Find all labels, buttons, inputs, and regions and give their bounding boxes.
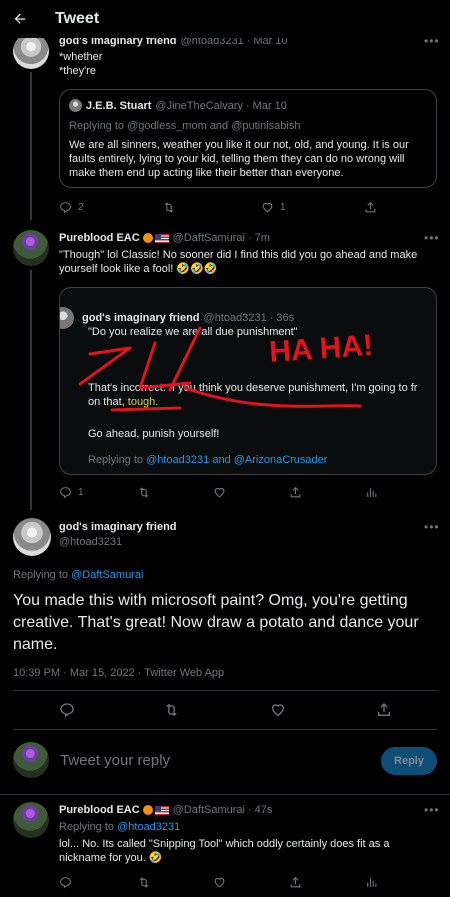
avatar[interactable] [13, 230, 49, 266]
share-icon [378, 703, 390, 716]
author-handle[interactable]: @htoad3231 [59, 536, 177, 548]
tweet-header: Pureblood EAC @DaftSamurai · 47s [59, 804, 273, 816]
page-title: Tweet [55, 10, 100, 27]
us-flag-icon [154, 233, 169, 243]
tweet-line: *they're [59, 65, 96, 77]
timestamp: Mar 10 [252, 99, 287, 112]
arrow-left-icon [14, 13, 26, 24]
focus-tweet-text: You made this with microsoft paint? Omg,… [13, 592, 419, 653]
author-name[interactable]: Pureblood EAC [59, 804, 140, 816]
author-name[interactable]: god's imaginary friend [59, 521, 177, 533]
back-button[interactable] [0, 0, 40, 38]
tweet-metadata: 10:39 PM · Mar 15, 2022 · Twitter Web Ap… [13, 667, 225, 679]
tweet-text: lol... No. Its called "Snipping Tool" wh… [59, 838, 390, 864]
top-bar: Tweet [0, 0, 450, 38]
share-button[interactable] [376, 702, 392, 718]
tweet-text: *whether *they're [59, 50, 102, 78]
avatar[interactable] [13, 802, 49, 838]
retweet-icon [139, 487, 149, 498]
retweet-button[interactable] [162, 201, 176, 214]
more-icon[interactable]: ••• [424, 803, 440, 817]
share-icon [290, 876, 301, 888]
focus-author: god's imaginary friend @htoad3231 [59, 521, 177, 548]
more-icon[interactable]: ••• [424, 520, 440, 534]
reply-submit-button[interactable]: Reply [381, 747, 437, 775]
share-icon [365, 201, 376, 213]
author-handle: @JineTheCalvary [155, 99, 243, 112]
reply-icon [60, 202, 71, 214]
heart-icon [271, 704, 285, 717]
share-button[interactable] [364, 201, 377, 214]
retweet-icon [166, 703, 177, 717]
replying-to: Replying to @DaftSamurai [13, 569, 144, 581]
retweet-button[interactable] [163, 702, 180, 718]
avatar[interactable] [13, 33, 49, 69]
analytics-icon [367, 488, 377, 497]
divider [13, 729, 437, 730]
divider [13, 690, 437, 691]
quote-header: J.E.B. Stuart @JineTheCalvary · Mar 10 [69, 99, 287, 112]
retweet-icon [139, 877, 149, 888]
orange-heart-icon [142, 233, 153, 243]
heart-icon [214, 877, 225, 888]
reply-icon [60, 487, 71, 499]
avatar [13, 742, 49, 778]
more-icon[interactable]: ••• [424, 231, 440, 245]
tweet-text: "Though" lol Classic! No sooner did I fi… [59, 249, 418, 275]
replying-to: Replying to @godless_mom and @putinisabi… [69, 120, 301, 132]
like-count: 1 [280, 202, 286, 213]
mention-link[interactable]: @DaftSamurai [71, 569, 143, 581]
like-button[interactable] [213, 876, 226, 889]
share-icon [290, 486, 301, 498]
analytics-icon [367, 878, 377, 887]
avatar[interactable] [13, 518, 51, 556]
like-button[interactable] [270, 702, 286, 718]
scribble-text: HA HA! [268, 329, 374, 369]
avatar [69, 99, 82, 112]
scribble-drawing: HA HA! [78, 326, 374, 412]
tweet-image[interactable]: god's imaginary friend @htoad3231 · 36s … [59, 287, 437, 475]
tweet-line: *whether [59, 51, 103, 63]
retweet-icon [164, 202, 174, 213]
author-handle[interactable]: @DaftSamurai [173, 804, 245, 816]
author-handle[interactable]: @DaftSamurai [173, 232, 245, 244]
share-button[interactable] [289, 486, 302, 499]
reply-button[interactable] [59, 702, 75, 718]
like-button[interactable] [213, 486, 226, 499]
quoted-tweet[interactable]: J.E.B. Stuart @JineTheCalvary · Mar 10 R… [59, 89, 437, 188]
reply-icon [60, 877, 71, 889]
tweet-header: Pureblood EAC @DaftSamurai · 7m [59, 232, 270, 244]
thread-line [30, 270, 32, 510]
share-button[interactable] [289, 876, 302, 889]
reply-count: 1 [78, 487, 84, 498]
author-name: J.E.B. Stuart [86, 99, 152, 112]
like-button[interactable]: 1 [261, 201, 286, 214]
author-name[interactable]: Pureblood EAC [59, 232, 140, 244]
retweet-button[interactable] [137, 486, 151, 499]
us-flag-icon [154, 805, 169, 815]
analytics-button[interactable] [365, 876, 378, 889]
reply-icon [60, 703, 74, 718]
replying-to: Replying to @htoad3231 [59, 821, 181, 833]
quote-text: We are all sinners, weather you like it … [69, 139, 409, 179]
reply-button[interactable] [59, 876, 72, 889]
heart-icon [262, 202, 273, 213]
mention-link[interactable]: @htoad3231 [117, 821, 180, 833]
thread-line [30, 72, 32, 220]
analytics-button[interactable] [365, 486, 378, 499]
orange-heart-icon [142, 805, 153, 815]
reply-button[interactable]: 2 [59, 201, 84, 214]
divider [0, 794, 450, 795]
reply-button[interactable]: 1 [59, 486, 84, 499]
timestamp[interactable]: 7m [255, 232, 270, 244]
reply-input[interactable]: Tweet your reply [60, 752, 170, 769]
retweet-button[interactable] [137, 876, 151, 889]
heart-icon [214, 487, 225, 498]
timestamp[interactable]: 47s [255, 804, 273, 816]
reply-count: 2 [78, 202, 84, 213]
